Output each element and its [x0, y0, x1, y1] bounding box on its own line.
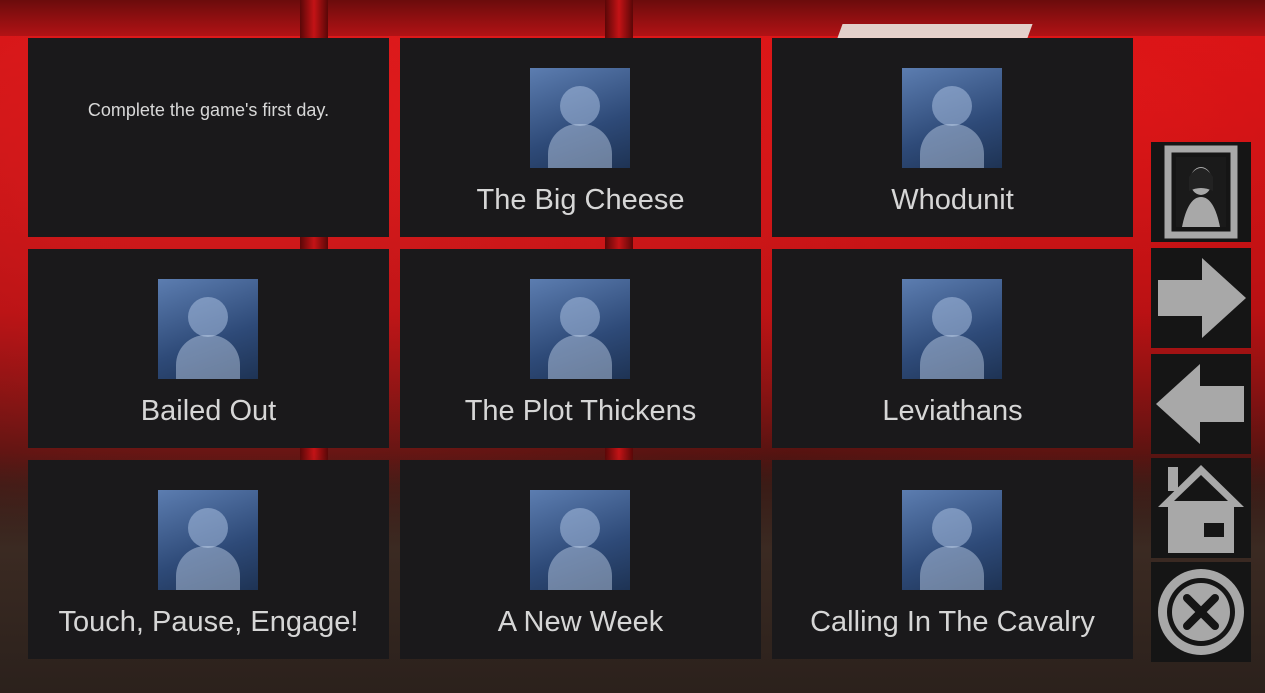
achievement-tile-bailed-out[interactable]: Bailed Out	[28, 249, 389, 448]
achievement-description: Complete the game's first day.	[87, 100, 330, 120]
next-button[interactable]	[1151, 248, 1251, 348]
arrow-right-icon	[1158, 258, 1246, 338]
achievement-title: The Big Cheese	[476, 184, 685, 216]
achievement-title: Calling In The Cavalry	[810, 606, 1095, 638]
achievement-title: Touch, Pause, Engage!	[58, 606, 359, 638]
previous-button[interactable]	[1151, 354, 1251, 454]
gallery-portrait-icon	[1164, 145, 1238, 239]
achievement-tile-first-day[interactable]: Complete the game's first day.	[28, 38, 389, 237]
achievement-thumbnail	[902, 279, 1002, 379]
achievement-title: Whodunit	[891, 184, 1014, 216]
achievement-title: Bailed Out	[140, 395, 277, 427]
close-button[interactable]	[1151, 562, 1251, 662]
achievement-title: Leviathans	[882, 395, 1023, 427]
achievement-thumbnail	[902, 68, 1002, 168]
achievement-tile-leviathans[interactable]: Leviathans	[772, 249, 1133, 448]
achievement-tile-whodunit[interactable]: Whodunit	[772, 38, 1133, 237]
home-icon	[1158, 465, 1244, 553]
close-icon	[1158, 569, 1244, 655]
achievement-tile-touch-pause-engage[interactable]: Touch, Pause, Engage!	[28, 460, 389, 659]
achievement-tile-the-plot-thickens[interactable]: The Plot Thickens	[400, 249, 761, 448]
achievement-tile-calling-in-the-cavalry[interactable]: Calling In The Cavalry	[772, 460, 1133, 659]
arrow-left-icon	[1156, 364, 1244, 444]
achievement-thumbnail	[530, 68, 630, 168]
achievement-tile-the-big-cheese[interactable]: The Big Cheese	[400, 38, 761, 237]
achievement-thumbnail	[902, 490, 1002, 590]
home-button[interactable]	[1151, 458, 1251, 558]
achievement-tile-a-new-week[interactable]: A New Week	[400, 460, 761, 659]
achievement-title: A New Week	[497, 606, 664, 638]
achievement-thumbnail	[158, 279, 258, 379]
achievement-thumbnail	[530, 490, 630, 590]
gallery-button[interactable]	[1151, 142, 1251, 242]
achievement-title: The Plot Thickens	[464, 395, 697, 427]
achievement-thumbnail	[158, 490, 258, 590]
achievement-thumbnail	[530, 279, 630, 379]
